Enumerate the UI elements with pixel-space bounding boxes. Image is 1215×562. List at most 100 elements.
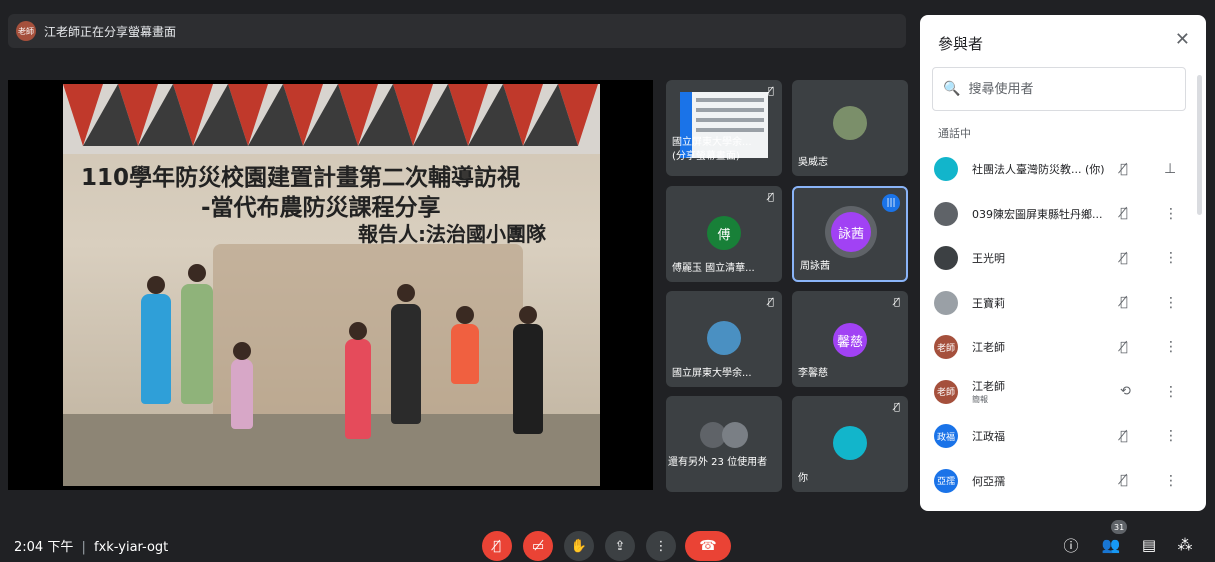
end-call-button[interactable]: ☎ — [685, 531, 731, 561]
people-icon: 👥 — [1101, 536, 1121, 554]
info-button[interactable]: ⓘ — [1060, 534, 1082, 556]
more-icon: ⋮ — [654, 538, 668, 554]
presenter-bar: 老師 江老師正在分享螢幕畫面 — [8, 14, 906, 48]
mic-off-icon: 🎙̸ — [1120, 161, 1128, 177]
more-options-icon[interactable]: ⋮ — [1164, 384, 1178, 400]
people-button[interactable]: 👥 — [1100, 534, 1122, 556]
mic-off-icon: 🎙̸ — [1120, 339, 1128, 355]
avatar — [833, 106, 867, 140]
avatar: 政福 — [934, 424, 958, 449]
avatar: 詠茜 — [831, 212, 871, 252]
avatar — [934, 246, 958, 271]
participant-row[interactable]: 老師 江老師 簡報 ⟲ ⋮ — [920, 370, 1206, 415]
close-icon[interactable]: ✕ — [1175, 29, 1190, 50]
more-options-icon[interactable]: ⋮ — [1164, 473, 1178, 489]
child-head — [188, 264, 206, 282]
child-figure — [391, 304, 421, 424]
participant-row[interactable]: 亞孺 何亞孺 🎙̸ ⋮ — [920, 459, 1206, 504]
child-head — [519, 306, 537, 324]
mic-off-icon: 🎙̸ — [1120, 473, 1128, 489]
child-figure — [513, 324, 543, 434]
mic-off-icon: 🎙̸ — [893, 402, 900, 413]
mic-toggle-button[interactable]: 🎙̸ — [482, 531, 512, 561]
info-icon: ⓘ — [1063, 536, 1079, 555]
mic-off-icon: 🎙̸ — [893, 297, 900, 308]
avatar: 老師 — [934, 379, 958, 404]
more-options-icon[interactable]: ⋮ — [1164, 206, 1178, 222]
participant-name: 江政福 — [972, 430, 1005, 444]
clock: 2:04 下午 — [14, 540, 74, 555]
presenter-avatar: 老師 — [16, 21, 36, 41]
participant-tile-self[interactable]: 🎙̸ 你 — [792, 396, 908, 492]
search-icon: 🔍 — [943, 81, 961, 97]
participant-tile[interactable]: 🎙̸ 傅 傅麗玉 國立清華... — [666, 186, 782, 282]
participant-name: 039陳宏圖屏東縣牡丹鄉... — [972, 207, 1103, 221]
activities-button[interactable]: ⁂ — [1174, 534, 1196, 556]
people-count-badge: 31 — [1111, 520, 1128, 534]
tile-name: 周詠茜 — [800, 261, 830, 272]
more-options-icon[interactable]: ⋮ — [1164, 295, 1178, 311]
participant-row[interactable]: 王寶莉 🎙̸ ⋮ — [920, 281, 1206, 326]
chat-button[interactable]: ▤ — [1138, 534, 1160, 556]
more-participants-label: 還有另外 23 位使用者 — [668, 457, 768, 468]
avatar — [722, 422, 748, 448]
divider: | — [81, 540, 86, 555]
tile-name: 吳威志 — [798, 157, 828, 168]
participant-row[interactable]: 王光明 🎙̸ ⋮ — [920, 236, 1206, 281]
participant-row[interactable]: 039陳宏圖屏東縣牡丹鄉... 🎙̸ ⋮ — [920, 192, 1206, 237]
child-head — [147, 276, 165, 294]
search-box[interactable]: 🔍 — [932, 67, 1186, 111]
participant-tile[interactable]: 🎙̸ 國立屏東大學余... (分享螢幕畫面) — [666, 80, 782, 176]
camera-off-icon: ▭̸ — [531, 538, 545, 554]
participant-name: 王寶莉 — [972, 296, 1005, 310]
more-options-button[interactable]: ⋮ — [646, 531, 676, 561]
child-head — [456, 306, 474, 324]
child-head — [397, 284, 415, 302]
slide-title-line1: 110學年防災校園建置計畫第二次輔導訪視 — [81, 165, 521, 191]
end-call-icon: ☎ — [699, 538, 717, 554]
presentation-slide: 110學年防災校園建置計畫第二次輔導訪視 -當代布農防災課程分享 報告人:法治國… — [63, 84, 600, 486]
participant-name: 何亞孺 — [972, 474, 1005, 488]
mic-off-icon: 🎙̸ — [1120, 206, 1128, 222]
bottom-bar: 2:04 下午 | fxk-yiar-ogt 🎙̸ ▭̸ ✋ ⇪ ⋮ ☎ ⓘ 3… — [0, 520, 1215, 562]
camera-toggle-button[interactable]: ▭̸ — [523, 531, 553, 561]
avatar — [707, 321, 741, 355]
section-label: 通話中 — [938, 127, 971, 140]
avatar: 傅 — [707, 216, 741, 250]
meeting-code: fxk-yiar-ogt — [94, 540, 169, 555]
raise-hand-button[interactable]: ✋ — [564, 531, 594, 561]
pin-icon[interactable]: ⊥ — [1164, 161, 1176, 177]
avatar: 馨慈 — [833, 323, 867, 357]
participant-row[interactable]: 老師 江老師 🎙̸ ⋮ — [920, 325, 1206, 370]
participant-row[interactable]: 政福 江政福 🎙̸ ⋮ — [920, 414, 1206, 459]
chat-icon: ▤ — [1141, 536, 1157, 554]
participant-tile[interactable]: 🎙̸ 馨慈 李馨慈 — [792, 291, 908, 387]
participant-name: 江老師 — [972, 341, 1005, 355]
participant-row[interactable]: 社團法人臺灣防災教... (你) 🎙̸ ⊥ — [920, 147, 1206, 192]
shared-screen[interactable]: 110學年防災校園建置計畫第二次輔導訪視 -當代布農防災課程分享 報告人:法治國… — [8, 80, 653, 490]
avatar — [934, 290, 958, 315]
participant-tile[interactable]: 🎙̸ 國立屏東大學余... — [666, 291, 782, 387]
participant-tile[interactable]: 還有另外 23 位使用者 — [666, 396, 782, 492]
triangle-pattern — [63, 84, 600, 154]
mic-off-icon: 🎙̸ — [767, 192, 774, 203]
participant-subtitle: 簡報 — [972, 395, 988, 405]
panel-title: 參與者 — [938, 35, 984, 53]
activities-icon: ⁂ — [1177, 536, 1193, 554]
meeting-info: 2:04 下午 | fxk-yiar-ogt — [14, 536, 168, 555]
avatar — [934, 157, 958, 182]
search-input[interactable] — [968, 81, 1169, 97]
present-icon: ⇪ — [614, 538, 626, 554]
more-options-icon[interactable]: ⋮ — [1164, 428, 1178, 444]
more-options-icon[interactable]: ⋮ — [1164, 339, 1178, 355]
child-figure — [181, 284, 213, 404]
tile-subname: (分享螢幕畫面) — [672, 151, 740, 162]
scrollbar[interactable] — [1197, 75, 1202, 215]
tile-name: 你 — [798, 473, 808, 484]
child-head — [233, 342, 251, 360]
present-button[interactable]: ⇪ — [605, 531, 635, 561]
participant-tile[interactable]: 吳威志 — [792, 80, 908, 176]
participant-tile-speaking[interactable]: ||| 詠茜 周詠茜 — [792, 186, 908, 282]
more-options-icon[interactable]: ⋮ — [1164, 250, 1178, 266]
tile-name: 李馨慈 — [798, 368, 828, 379]
